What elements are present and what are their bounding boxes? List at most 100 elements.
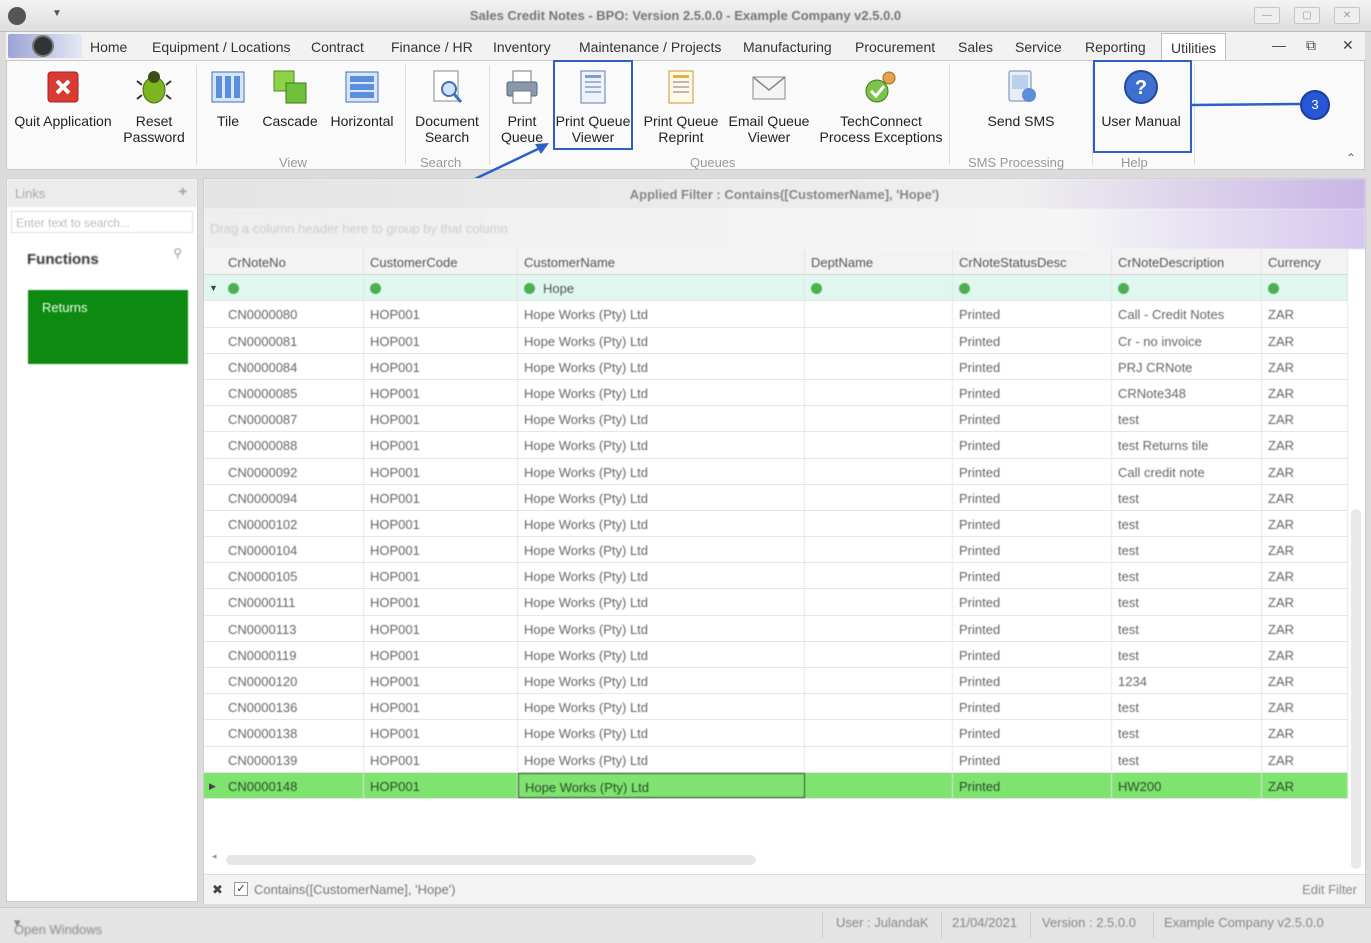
table-cell[interactable] [805,641,953,667]
table-row[interactable]: CN0000139 HOP001 Hope Works (Pty) Ltd Print… [204,746,1348,773]
vertical-scrollbar[interactable] [1351,509,1361,869]
table-cell[interactable]: test [1112,537,1262,563]
group-by-panel[interactable]: Drag a column header here to group by th… [204,209,1365,249]
table-cell[interactable]: ZAR [1262,537,1348,563]
table-cell[interactable]: Call - Credit Notes [1112,301,1262,327]
table-cell[interactable]: ZAR [1262,432,1348,458]
table-cell[interactable]: Printed [953,537,1112,563]
table-cell[interactable]: Hope Works (Pty) Ltd [518,589,805,615]
table-cell[interactable]: Printed [953,746,1112,772]
table-cell[interactable]: CN0000138 [222,720,364,746]
table-cell[interactable]: Hope Works (Pty) Ltd [518,510,805,537]
table-cell[interactable]: CN0000102 [222,510,364,537]
table-cell[interactable]: test [1112,563,1262,589]
table-row[interactable]: CN0000105 HOP001 Hope Works (Pty) Ltd Print… [204,563,1348,590]
filter-condition-icon[interactable] [1268,283,1279,295]
table-cell[interactable]: test [1112,510,1262,537]
table-cell[interactable] [805,327,953,353]
table-cell[interactable]: HOP001 [364,720,518,746]
table-row[interactable]: CN0000136 HOP001 Hope Works (Pty) Ltd Print… [204,694,1348,721]
column-header[interactable]: CrNoteDescription [1112,249,1262,275]
table-cell[interactable]: ZAR [1262,772,1348,798]
table-cell[interactable]: Printed [953,484,1112,510]
table-cell[interactable] [805,353,953,379]
column-header[interactable]: CrNoteNo [222,249,364,275]
table-cell[interactable] [805,615,953,641]
auto-filter-row[interactable]: ▼ Hope [204,275,1348,302]
table-cell[interactable]: test [1112,720,1262,746]
table-cell[interactable]: Printed [953,641,1112,667]
table-cell[interactable]: ZAR [1262,510,1348,537]
table-cell[interactable]: Hope Works (Pty) Ltd [518,720,805,746]
table-cell[interactable]: CRNote348 [1112,379,1262,406]
table-cell[interactable]: HW200 [1112,772,1262,798]
scroll-left-icon[interactable]: ◂ [212,851,217,862]
table-cell[interactable]: Hope Works (Pty) Ltd [518,484,805,510]
table-cell[interactable]: HOP001 [364,668,518,694]
table-cell[interactable]: Hope Works (Pty) Ltd [518,327,805,353]
table-cell[interactable]: HOP001 [364,458,518,484]
table-cell[interactable]: CN0000094 [222,484,364,510]
links-search-input[interactable]: Enter text to search... ⚲ [11,211,193,260]
table-cell[interactable]: Hope Works (Pty) Ltd [518,458,805,484]
table-cell[interactable]: Printed [953,327,1112,353]
table-row[interactable]: CN0000092 HOP001 Hope Works (Pty) Ltd Print… [204,458,1348,485]
table-cell[interactable]: Printed [953,432,1112,458]
table-cell[interactable]: test [1112,589,1262,615]
column-header[interactable]: DeptName [805,249,953,275]
table-cell[interactable]: CN0000139 [222,746,364,772]
table-cell[interactable]: Printed [953,379,1112,406]
table-cell[interactable]: HOP001 [364,746,518,772]
table-cell[interactable]: CN0000136 [222,694,364,720]
pin-icon[interactable]: ✚ [179,187,187,198]
table-cell[interactable]: Hope Works (Pty) Ltd [518,694,805,720]
table-row[interactable]: ▶ CN0000148 HOP001 Hope Works (Pty) Ltd Prin… [204,772,1348,799]
table-cell[interactable]: Printed [953,668,1112,694]
table-cell[interactable]: HOP001 [364,484,518,510]
table-cell[interactable]: Printed [953,694,1112,720]
filter-condition-icon[interactable] [811,283,822,295]
table-row[interactable]: CN0000084 HOP001 Hope Works (Pty) Ltd Print… [204,353,1348,380]
table-row[interactable]: CN0000102 HOP001 Hope Works (Pty) Ltd Print… [204,510,1348,538]
table-cell[interactable]: Printed [953,720,1112,746]
edit-filter-link[interactable]: Edit Filter [1302,882,1357,897]
table-cell[interactable]: CN0000087 [222,406,364,432]
table-cell[interactable] [805,301,953,327]
filter-cell[interactable] [1112,275,1262,301]
table-cell[interactable]: test [1112,694,1262,720]
column-header[interactable]: CustomerName [518,249,805,275]
table-row[interactable]: CN0000138 HOP001 Hope Works (Pty) Ltd Print… [204,720,1348,747]
table-cell[interactable] [805,484,953,510]
filter-condition-icon[interactable] [370,283,381,295]
table-row[interactable]: CN0000087 HOP001 Hope Works (Pty) Ltd Print… [204,406,1348,433]
table-cell[interactable] [805,432,953,458]
table-cell[interactable]: ZAR [1262,641,1348,667]
filter-cell[interactable] [1262,275,1348,301]
table-cell[interactable]: HOP001 [364,301,518,327]
table-cell[interactable]: Hope Works (Pty) Ltd [518,772,805,798]
table-cell[interactable]: Printed [953,510,1112,537]
table-cell[interactable]: PRJ CRNote [1112,353,1262,379]
table-cell[interactable]: ZAR [1262,720,1348,746]
table-cell[interactable]: CN0000080 [222,301,364,327]
table-cell[interactable]: Printed [953,589,1112,615]
table-row[interactable]: CN0000111 HOP001 Hope Works (Pty) Ltd Print… [204,589,1348,616]
table-cell[interactable]: CN0000113 [222,615,364,641]
grid-header-row[interactable]: CrNoteNo CustomerCode CustomerName DeptName… [204,249,1348,276]
table-cell[interactable]: HOP001 [364,432,518,458]
table-cell[interactable]: ZAR [1262,746,1348,772]
table-cell[interactable]: ZAR [1262,327,1348,353]
table-cell[interactable] [805,458,953,484]
table-cell[interactable]: Printed [953,615,1112,641]
table-row[interactable]: CN0000094 HOP001 Hope Works (Pty) Ltd Print… [204,484,1348,511]
table-cell[interactable]: Hope Works (Pty) Ltd [518,353,805,379]
search-icon[interactable]: ⚲ [173,246,182,260]
table-cell[interactable]: ZAR [1262,615,1348,641]
table-cell[interactable] [805,563,953,589]
column-header[interactable]: CrNoteStatusDesc [953,249,1112,275]
table-cell[interactable]: CN0000084 [222,353,364,379]
table-cell[interactable] [805,589,953,615]
table-cell[interactable]: Hope Works (Pty) Ltd [518,746,805,772]
table-cell[interactable]: Hope Works (Pty) Ltd [518,406,805,432]
table-cell[interactable]: HOP001 [364,615,518,641]
